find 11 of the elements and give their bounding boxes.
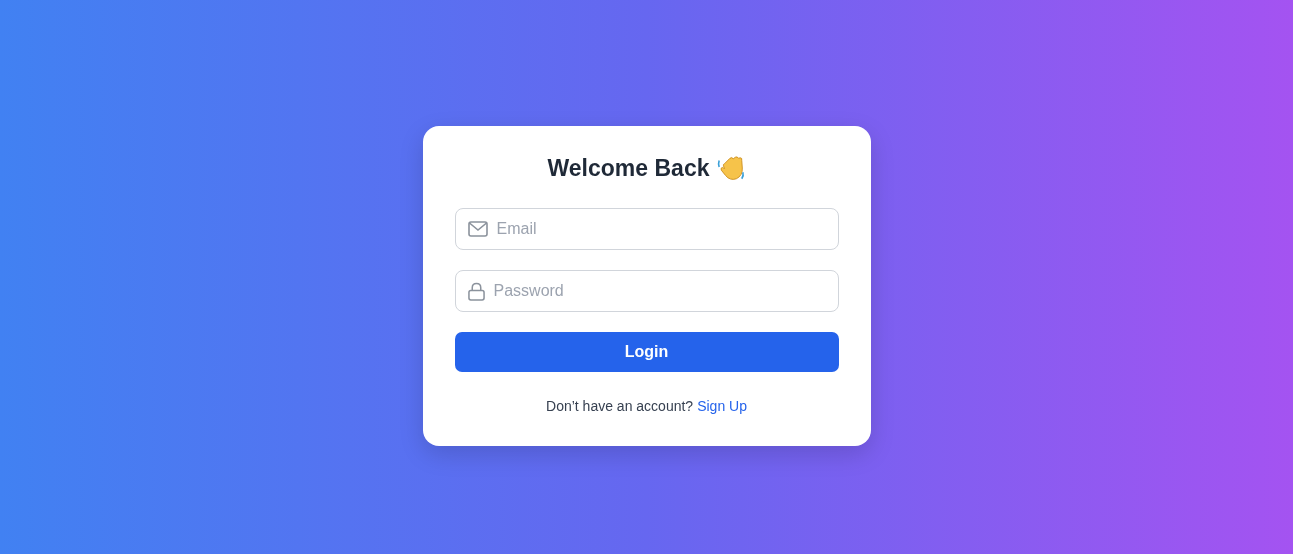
lock-icon	[467, 281, 485, 301]
login-button[interactable]: Login	[454, 332, 839, 372]
card-title: Welcome Back	[547, 154, 710, 182]
waving-hand-icon	[717, 154, 746, 182]
envelope-icon	[467, 221, 488, 237]
password-field[interactable]: Password	[454, 270, 839, 312]
email-field[interactable]: Email	[454, 208, 839, 250]
password-input[interactable]: Password	[493, 282, 826, 300]
signup-prompt: Don’t have an account?	[546, 398, 694, 414]
email-input[interactable]: Email	[496, 220, 826, 238]
sign-up-link[interactable]: Sign Up	[697, 398, 747, 414]
